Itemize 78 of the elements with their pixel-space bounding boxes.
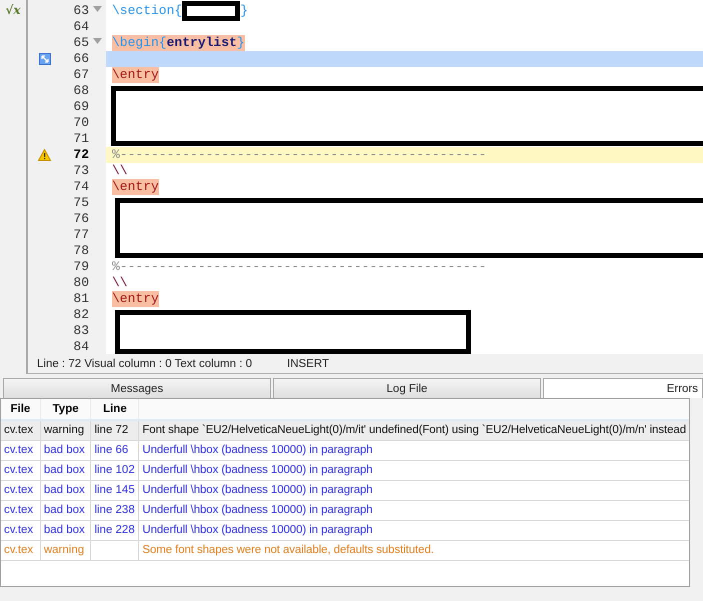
latex-command: \entry — [112, 67, 159, 83]
line-number: 80 — [72, 275, 89, 291]
line-number: 68 — [72, 83, 89, 99]
line-number: 81 — [72, 291, 89, 307]
column-header[interactable]: File — [1, 399, 40, 420]
table-cell: bad box — [44, 444, 85, 456]
comment-text: %----------------------------------------------- — [112, 147, 486, 163]
line-number: 71 — [72, 131, 89, 147]
table-cell: bad box — [44, 464, 85, 476]
table-row[interactable]: cv.tex bad box line 238 Underfull \hbox (badness 10000) in paragraph — [1, 500, 689, 520]
table-cell: line 228 — [94, 524, 135, 536]
table-cell: line 72 — [94, 424, 128, 436]
table-cell: cv.tex — [4, 504, 34, 516]
table-cell: Some font shapes were not available, defaults substituted. — [142, 544, 434, 556]
line-number: 72 — [72, 147, 89, 163]
column-header[interactable]: Type — [40, 399, 91, 420]
table-cell: warning — [44, 424, 84, 436]
math-symbol-icon[interactable]: √x — [5, 2, 21, 18]
table-cell: line 102 — [94, 464, 135, 476]
line-number: 64 — [72, 19, 89, 35]
line-number: 65 — [72, 35, 89, 51]
table-cell: cv.tex — [4, 484, 34, 496]
table-cell: cv.tex — [4, 524, 34, 536]
line-number: 69 — [72, 99, 89, 115]
line-number: 66 — [72, 51, 89, 67]
line-break-command: \\ — [112, 275, 128, 291]
line-number: 76 — [72, 211, 89, 227]
latex-command: \entry — [112, 291, 159, 307]
table-row[interactable]: cv.tex bad box line 102 Underfull \hbox (badness 10000) in paragraph — [1, 460, 689, 480]
table-cell: Underfull \hbox (badness 10000) in paragraph — [142, 464, 373, 476]
tab[interactable]: Log File — [273, 378, 541, 398]
line-number: 74 — [72, 179, 89, 195]
table-cell: bad box — [44, 484, 85, 496]
insert-mode-indicator: INSERT — [287, 358, 329, 370]
table-cell: Underfull \hbox (badness 10000) in paragraph — [142, 524, 373, 536]
table-cell: line 145 — [94, 484, 135, 496]
line-number: 63 — [72, 3, 89, 19]
table-cell: bad box — [44, 524, 85, 536]
table-cell: cv.tex — [4, 444, 34, 456]
line-number: 79 — [72, 259, 89, 275]
table-cell: Underfull \hbox (badness 10000) in paragraph — [142, 504, 373, 516]
line-number: 84 — [72, 339, 89, 354]
line-number: 75 — [72, 195, 89, 211]
table-cell: cv.tex — [4, 544, 34, 556]
table-cell: Underfull \hbox (badness 10000) in paragraph — [142, 484, 373, 496]
latex-command: } — [240, 3, 248, 19]
line-number: 78 — [72, 243, 89, 259]
table-cell: bad box — [44, 504, 85, 516]
cursor-position: Line : 72 Visual column : 0 Text column : 0 — [37, 358, 254, 370]
line-number: 70 — [72, 115, 89, 131]
table-row[interactable]: cv.tex bad box line 228 Underfull \hbox (badness 10000) in paragraph — [1, 520, 689, 540]
fold-arrow-icon[interactable] — [93, 38, 102, 44]
bookmark-icon[interactable] — [38, 53, 50, 65]
table-row[interactable]: cv.tex bad box line 66 Underfull \hbox (badness 10000) in paragraph — [1, 440, 689, 460]
table-cell: Underfull \hbox (badness 10000) in paragraph — [142, 444, 373, 456]
line-number: 67 — [72, 67, 89, 83]
table-cell: cv.tex — [4, 424, 34, 436]
line-number: 73 — [72, 163, 89, 179]
table-cell: line 238 — [94, 504, 135, 516]
latex-command: \entry — [112, 179, 159, 195]
table-row[interactable]: cv.tex bad box line 145 Underfull \hbox (badness 10000) in paragraph — [1, 480, 689, 500]
tab[interactable]: Errors — [543, 378, 703, 398]
line-number: 83 — [72, 323, 89, 339]
redaction-box — [182, 1, 240, 21]
latex-command: \section{ — [112, 3, 182, 19]
environment-name: entrylist — [166, 35, 237, 51]
table-cell: warning — [44, 544, 84, 556]
column-header[interactable]: Line — [90, 399, 139, 420]
fold-arrow-icon[interactable] — [93, 6, 102, 12]
comment-text: %----------------------------------------------- — [112, 259, 486, 275]
latex-environment: \begin{ — [112, 35, 167, 51]
tab[interactable]: Messages — [3, 378, 271, 398]
line-number: 77 — [72, 227, 89, 243]
table-cell: Font shape `EU2/HelveticaNeueLight(0)/m/it' undefined(Font) using `EU2/HelveticaNeueLight(0)/m/n' instead — [142, 424, 686, 436]
line-break-command: \\ — [112, 163, 128, 179]
table-cell: cv.tex — [4, 464, 34, 476]
line-number: 82 — [72, 307, 89, 323]
table-cell: line 66 — [94, 444, 128, 456]
